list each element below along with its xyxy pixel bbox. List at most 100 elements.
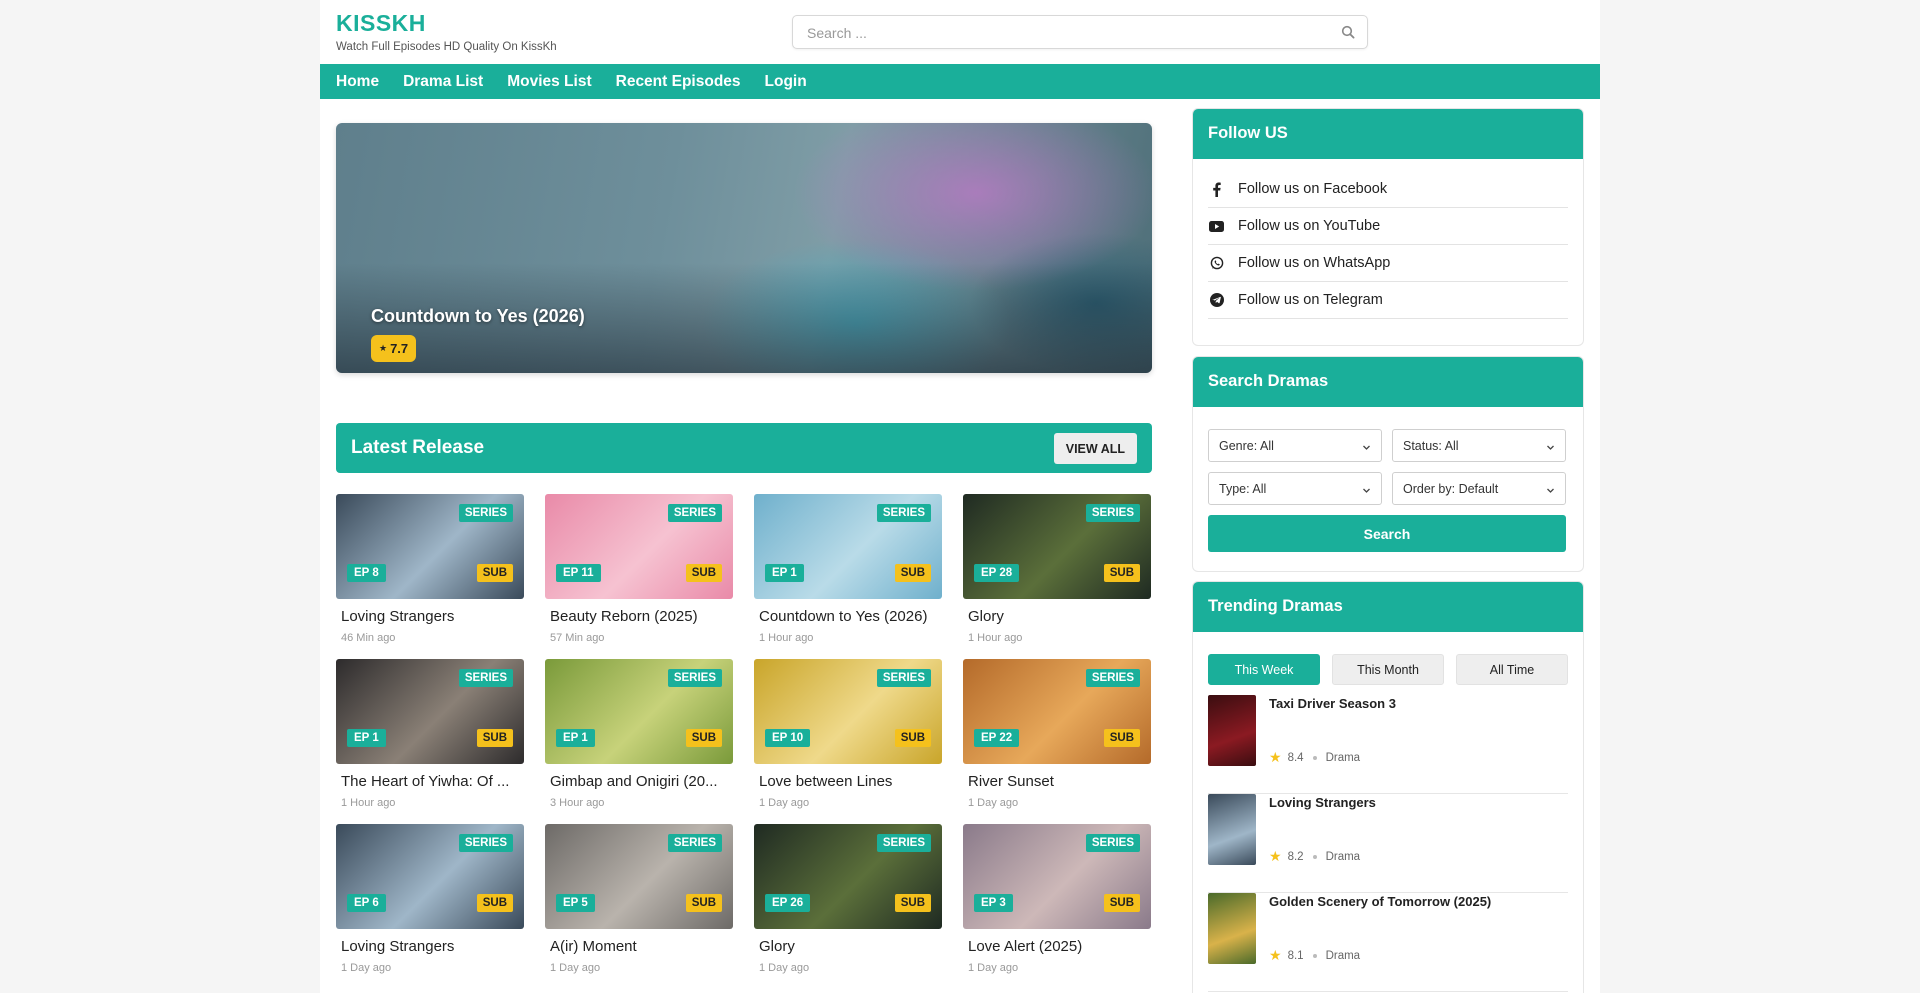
trending-category: Drama (1325, 751, 1361, 764)
episode-badge: EP 1 (347, 729, 386, 747)
hero-title[interactable]: Countdown to Yes (2026) (371, 306, 585, 327)
drama-card[interactable]: SERIES EP 28 SUB Glory 1 Hour ago (963, 494, 1151, 654)
drama-title[interactable]: Glory (759, 938, 941, 955)
drama-title[interactable]: Loving Strangers (341, 608, 523, 625)
drama-title[interactable]: Countdown to Yes (2026) (759, 608, 941, 625)
follow-facebook[interactable]: Follow us on Facebook (1208, 171, 1568, 208)
latest-release-header: Latest Release VIEW ALL (336, 423, 1152, 473)
trending-title[interactable]: Taxi Driver Season 3 (1269, 696, 1396, 711)
sub-badge: SUB (894, 894, 931, 912)
nav-movies-list[interactable]: Movies List (507, 73, 591, 91)
episode-badge: EP 22 (974, 729, 1020, 747)
trending-meta: ★ 8.4 Drama (1269, 749, 1360, 766)
drama-card[interactable]: SERIES EP 22 SUB River Sunset 1 Day ago (963, 659, 1151, 819)
drama-card[interactable]: SERIES EP 1 SUB The Heart of Yiwha: Of ... 1… (336, 659, 524, 819)
site-logo[interactable]: KISSKH (336, 10, 426, 37)
series-badge: SERIES (876, 669, 931, 687)
drama-thumbnail[interactable]: SERIES EP 1 SUB (336, 659, 524, 764)
sub-badge: SUB (685, 894, 722, 912)
drama-title[interactable]: The Heart of Yiwha: Of ... (341, 773, 523, 790)
drama-thumbnail[interactable]: SERIES EP 3 SUB (963, 824, 1151, 929)
trending-title[interactable]: Golden Scenery of Tomorrow (2025) (1269, 894, 1491, 909)
trending-poster[interactable] (1208, 794, 1256, 865)
search-dramas-button[interactable]: Search (1208, 515, 1566, 552)
trending-poster[interactable] (1208, 893, 1256, 964)
drama-title[interactable]: Glory (968, 608, 1150, 625)
drama-card[interactable]: SERIES EP 1 SUB Countdown to Yes (2026) 1 Ho… (754, 494, 942, 654)
drama-time: 1 Day ago (759, 797, 810, 809)
sub-badge: SUB (476, 564, 513, 582)
drama-thumbnail[interactable]: SERIES EP 6 SUB (336, 824, 524, 929)
drama-thumbnail[interactable]: SERIES EP 11 SUB (545, 494, 733, 599)
drama-thumbnail[interactable]: SERIES EP 10 SUB (754, 659, 942, 764)
trending-item[interactable]: Loving Strangers ★ 8.2 Drama (1208, 794, 1568, 893)
trending-title[interactable]: Loving Strangers (1269, 795, 1376, 810)
drama-card[interactable]: SERIES EP 10 SUB Love between Lines 1 Day ag… (754, 659, 942, 819)
chevron-down-icon (1546, 441, 1555, 450)
drama-card[interactable]: SERIES EP 5 SUB A(ir) Moment 1 Day ago (545, 824, 733, 984)
nav-home[interactable]: Home (336, 73, 379, 91)
drama-thumbnail[interactable]: SERIES EP 26 SUB (754, 824, 942, 929)
tab-all-time[interactable]: All Time (1456, 654, 1568, 685)
search-icon[interactable] (1341, 25, 1357, 41)
drama-card[interactable]: SERIES EP 8 SUB Loving Strangers 46 Min ago (336, 494, 524, 654)
search-bar (792, 15, 1368, 49)
tab-this-week[interactable]: This Week (1208, 654, 1320, 685)
type-select-value: Type: All (1219, 482, 1267, 496)
drama-card[interactable]: SERIES EP 6 SUB Loving Strangers 1 Day ago (336, 824, 524, 984)
drama-card[interactable]: SERIES EP 1 SUB Gimbap and Onigiri (20... 3 … (545, 659, 733, 819)
drama-thumbnail[interactable]: SERIES EP 5 SUB (545, 824, 733, 929)
drama-card[interactable]: SERIES EP 26 SUB Glory 1 Day ago (754, 824, 942, 984)
drama-title[interactable]: Loving Strangers (341, 938, 523, 955)
drama-title[interactable]: River Sunset (968, 773, 1150, 790)
type-select[interactable]: Type: All (1208, 472, 1382, 505)
trending-rating: 8.1 (1287, 949, 1304, 962)
drama-thumbnail[interactable]: SERIES EP 22 SUB (963, 659, 1151, 764)
trending-dramas-widget: Trending Dramas This Week This Month All… (1192, 581, 1584, 993)
status-select[interactable]: Status: All (1392, 429, 1566, 462)
trending-poster[interactable] (1208, 695, 1256, 766)
drama-time: 46 Min ago (341, 632, 396, 644)
view-all-button[interactable]: VIEW ALL (1053, 433, 1137, 464)
drama-title[interactable]: Love Alert (2025) (968, 938, 1150, 955)
nav-login[interactable]: Login (765, 73, 807, 91)
drama-card[interactable]: SERIES EP 11 SUB Beauty Reborn (2025) 57 Min… (545, 494, 733, 654)
status-select-value: Status: All (1403, 439, 1459, 453)
genre-select-value: Genre: All (1219, 439, 1274, 453)
follow-youtube[interactable]: Follow us on YouTube (1208, 208, 1568, 245)
follow-telegram-label: Follow us on Telegram (1238, 292, 1383, 308)
episode-badge: EP 5 (556, 894, 595, 912)
drama-time: 1 Day ago (968, 962, 1019, 974)
order-select-value: Order by: Default (1403, 482, 1499, 496)
genre-select[interactable]: Genre: All (1208, 429, 1382, 462)
series-badge: SERIES (1085, 834, 1140, 852)
hero-banner[interactable]: Countdown to Yes (2026) ★ 7.7 (336, 123, 1152, 373)
drama-thumbnail[interactable]: SERIES EP 1 SUB (754, 494, 942, 599)
drama-title[interactable]: Beauty Reborn (2025) (550, 608, 732, 625)
order-select[interactable]: Order by: Default (1392, 472, 1566, 505)
search-input[interactable] (807, 24, 1327, 42)
drama-thumbnail[interactable]: SERIES EP 28 SUB (963, 494, 1151, 599)
drama-title[interactable]: Gimbap and Onigiri (20... (550, 773, 732, 790)
drama-thumbnail[interactable]: SERIES EP 8 SUB (336, 494, 524, 599)
follow-telegram[interactable]: Follow us on Telegram (1208, 282, 1568, 319)
sub-badge: SUB (894, 729, 931, 747)
drama-thumbnail[interactable]: SERIES EP 1 SUB (545, 659, 733, 764)
trending-category: Drama (1325, 850, 1361, 863)
episode-badge: EP 1 (556, 729, 595, 747)
nav-drama-list[interactable]: Drama List (403, 73, 483, 91)
trending-item[interactable]: Golden Scenery of Tomorrow (2025) ★ 8.1 Dra… (1208, 893, 1568, 992)
nav-recent-episodes[interactable]: Recent Episodes (616, 73, 741, 91)
drama-time: 3 Hour ago (550, 797, 605, 809)
follow-us-title: Follow US (1193, 109, 1583, 159)
drama-title[interactable]: A(ir) Moment (550, 938, 732, 955)
series-badge: SERIES (667, 504, 722, 522)
site-header: KISSKH Watch Full Episodes HD Quality On… (320, 0, 1600, 64)
drama-card[interactable]: SERIES EP 3 SUB Love Alert (2025) 1 Day ago (963, 824, 1151, 984)
sub-badge: SUB (685, 564, 722, 582)
tab-this-month[interactable]: This Month (1332, 654, 1444, 685)
drama-title[interactable]: Love between Lines (759, 773, 941, 790)
follow-whatsapp[interactable]: Follow us on WhatsApp (1208, 245, 1568, 282)
trending-item[interactable]: Taxi Driver Season 3 ★ 8.4 Drama (1208, 695, 1568, 794)
series-badge: SERIES (667, 669, 722, 687)
